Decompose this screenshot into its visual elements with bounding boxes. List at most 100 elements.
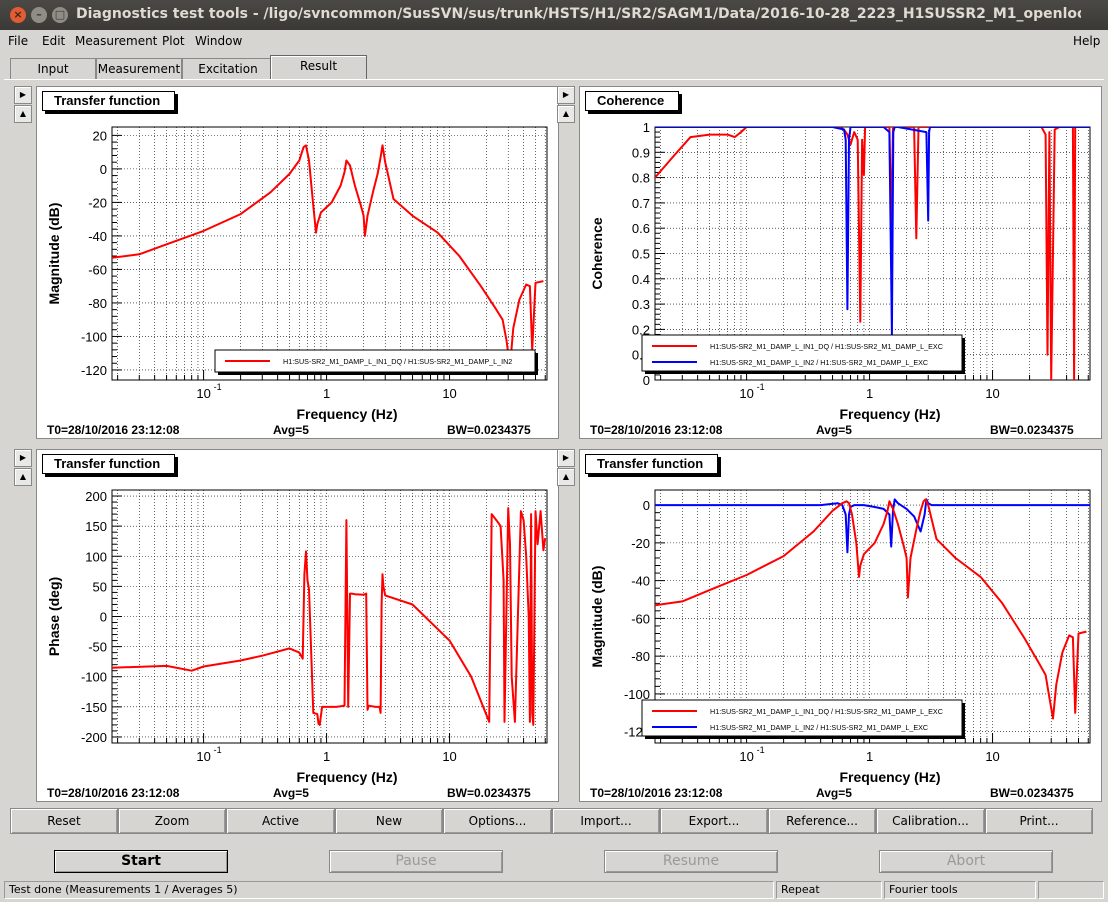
plot-area[interactable]: 20 0 -20 -40 -60 -80 -100 -120 10 -1 1 10 Frequency … xyxy=(36,86,559,439)
maximize-icon[interactable]: □ xyxy=(52,7,68,23)
legend-label: H1:SUS-SR2_M1_DAMP_L_IN1_DQ / H1:SUS-SR2… xyxy=(283,357,512,366)
bw-label: BW=0.0234375 xyxy=(447,423,531,437)
resume-button[interactable]: Resume xyxy=(604,850,778,873)
y-tick-label: -20 xyxy=(88,195,107,210)
menu-bar: File Edit Measurement Plot Window Help xyxy=(0,30,1108,52)
pane-expand-right-icon[interactable]: ▶ xyxy=(14,86,32,104)
y-tick-label: 50 xyxy=(93,579,107,594)
abort-button[interactable]: Abort xyxy=(879,850,1053,873)
reset-button[interactable]: Reset xyxy=(10,808,118,834)
menu-edit[interactable]: Edit xyxy=(42,34,65,48)
pane-expand-up-icon[interactable]: ▲ xyxy=(557,468,575,486)
x-tick-label: 10 xyxy=(985,386,999,401)
calibration-button[interactable]: Calibration... xyxy=(876,808,985,834)
y-tick-label: -60 xyxy=(88,262,107,277)
zoom-button[interactable]: Zoom xyxy=(118,808,226,834)
x-axis-label: Frequency (Hz) xyxy=(839,769,940,785)
y-tick-label: 0.8 xyxy=(632,171,650,186)
status-tool: Fourier tools xyxy=(884,881,1036,899)
y-tick-label: -20 xyxy=(631,536,650,551)
pane-expand-up-icon[interactable]: ▲ xyxy=(14,468,32,486)
pane-expand-right-icon[interactable]: ▶ xyxy=(557,86,575,104)
active-button[interactable]: Active xyxy=(226,808,335,834)
status-bar: Test done (Measurements 1 / Averages 5) … xyxy=(0,880,1108,902)
legend-label: H1:SUS-SR2_M1_DAMP_L_IN1_DQ / H1:SUS-SR2… xyxy=(710,707,943,716)
y-tick-label: 0 xyxy=(100,610,107,625)
x-tick-label: 10 xyxy=(739,749,753,764)
legend-label: H1:SUS-SR2_M1_DAMP_L_IN1_DQ / H1:SUS-SR2… xyxy=(710,342,943,351)
y-tick-label: -100 xyxy=(81,670,107,685)
plot-toolbar: Reset Zoom Active New Options... Import.… xyxy=(10,808,1094,834)
close-icon[interactable]: × xyxy=(10,7,26,23)
start-button[interactable]: Start xyxy=(54,850,228,873)
menu-help[interactable]: Help xyxy=(1073,34,1100,48)
plot-area[interactable]: 1 0.9 0.8 0.7 0.6 0.5 0.4 0.3 0.2 0.1 0 10 -1 1 10 Freq… xyxy=(579,86,1102,439)
x-tick-label: 1 xyxy=(323,749,330,764)
plot-title: Transfer function xyxy=(585,454,719,474)
x-tick-label: 10 xyxy=(196,749,210,764)
y-axis-label: Coherence xyxy=(589,217,605,290)
phase-chart: 200 150 100 50 0 -50 -100 -150 -200 10 -1 1 10 Freque… xyxy=(46,489,548,785)
y-tick-label: 0.5 xyxy=(632,247,650,262)
menu-file[interactable]: File xyxy=(8,34,28,48)
import-button[interactable]: Import... xyxy=(552,808,660,834)
reference-button[interactable]: Reference... xyxy=(768,808,876,834)
x-tick-label: 10 xyxy=(442,386,456,401)
plot-frame xyxy=(111,126,548,381)
menu-plot[interactable]: Plot xyxy=(162,34,185,48)
export-button[interactable]: Export... xyxy=(660,808,768,834)
menu-measurement[interactable]: Measurement xyxy=(75,34,157,48)
legend-label: H1:SUS-SR2_M1_DAMP_L_IN2 / H1:SUS-SR2_M1… xyxy=(710,358,928,367)
options-button[interactable]: Options... xyxy=(443,808,552,834)
y-tick-label: -40 xyxy=(631,574,650,589)
tab-input[interactable]: Input xyxy=(10,58,96,80)
x-tick-label: 1 xyxy=(866,386,873,401)
plot-title: Transfer function xyxy=(42,454,176,474)
tab-result[interactable]: Result xyxy=(270,55,367,80)
pane-expand-right-icon[interactable]: ▶ xyxy=(14,449,32,467)
y-tick-label: 0.9 xyxy=(632,145,650,160)
x-tick-label: 1 xyxy=(866,749,873,764)
pane-expand-up-icon[interactable]: ▲ xyxy=(14,105,32,123)
pane-expand-right-icon[interactable]: ▶ xyxy=(557,449,575,467)
coherence-chart: 10.90.80.70.60.50.40.30.20.1010 -1 1 10Freq… xyxy=(589,120,1091,422)
t0-label: T0=28/10/2016 23:12:08 xyxy=(590,786,723,800)
x-axis-label: Frequency (Hz) xyxy=(296,406,397,422)
status-extra xyxy=(1038,881,1104,899)
avg-label: Avg=5 xyxy=(273,423,309,437)
y-tick-label: -200 xyxy=(81,730,107,745)
new-button[interactable]: New xyxy=(335,808,443,834)
y-tick-label: 0.6 xyxy=(632,221,650,236)
tab-measurement[interactable]: Measurement xyxy=(96,58,182,80)
bw-label: BW=0.0234375 xyxy=(990,786,1074,800)
x-tick-exponent: -1 xyxy=(214,745,222,755)
pane-expand-up-icon[interactable]: ▲ xyxy=(557,105,575,123)
x-tick-label: 10 xyxy=(442,749,456,764)
tab-excitation[interactable]: Excitation xyxy=(182,58,274,80)
menu-window[interactable]: Window xyxy=(195,34,242,48)
minimize-icon[interactable]: – xyxy=(31,7,47,23)
y-tick-label: -50 xyxy=(88,640,107,655)
tab-divider xyxy=(4,79,1104,80)
plot-area[interactable]: 0 -20 -40 -60 -80 -100 -120 10 -1 1 10 Frequency (H… xyxy=(579,449,1102,802)
y-tick-label: 1 xyxy=(643,120,650,135)
x-tick-exponent: -1 xyxy=(214,382,222,392)
avg-label: Avg=5 xyxy=(816,786,852,800)
plot-pane-1: ▶ ▲ 20 0 -20 -40 -60 -80 -100 -120 10 -1 1 10 Freque… xyxy=(14,86,559,448)
y-tick-label: -40 xyxy=(88,229,107,244)
pause-button[interactable]: Pause xyxy=(329,850,503,873)
y-axis-label: Phase (deg) xyxy=(46,577,62,656)
status-message: Test done (Measurements 1 / Averages 5) xyxy=(4,881,774,899)
plot-title: Transfer function xyxy=(42,91,176,111)
print-button[interactable]: Print... xyxy=(985,808,1093,834)
x-tick-label: 10 xyxy=(985,749,999,764)
plot-area[interactable]: 200 150 100 50 0 -50 -100 -150 -200 10 -1 1 10 Freque… xyxy=(36,449,559,802)
t0-label: T0=28/10/2016 23:12:08 xyxy=(47,786,180,800)
x-tick-exponent: -1 xyxy=(757,745,765,755)
transfer-function-magnitude-chart: 20 0 -20 -40 -60 -80 -100 -120 10 -1 1 10 Frequency … xyxy=(46,126,548,422)
bw-label: BW=0.0234375 xyxy=(447,786,531,800)
t0-label: T0=28/10/2016 23:12:08 xyxy=(590,423,723,437)
status-mode: Repeat xyxy=(776,881,882,899)
y-axis-label: Magnitude (dB) xyxy=(46,203,62,305)
x-tick-label: 1 xyxy=(323,386,330,401)
